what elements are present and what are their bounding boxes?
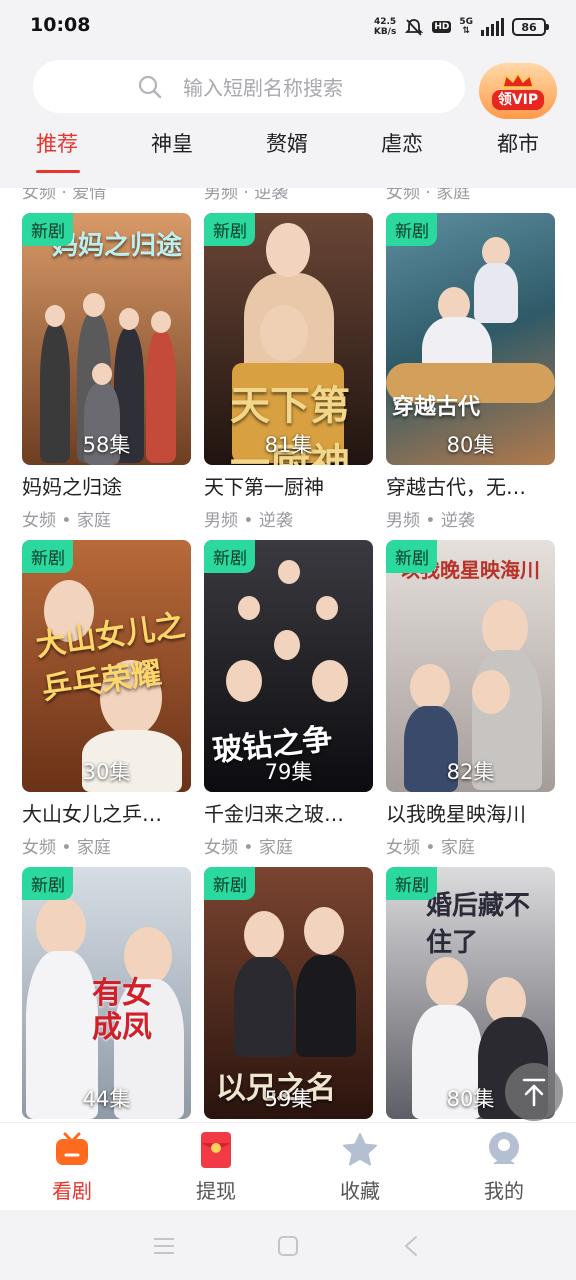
nav-label: 我的 [484,1179,524,1203]
new-badge: 新剧 [386,867,437,900]
nav-profile[interactable]: 我的 [454,1131,554,1204]
drama-category: 女频 • 家庭 [204,838,293,858]
drama-card[interactable]: 天下第一厨神 新剧 81集 天下第一厨神 男频 • 逆袭 [204,213,373,531]
back-icon[interactable] [400,1234,424,1258]
red-envelope-icon [201,1132,231,1168]
new-badge: 新剧 [204,540,255,573]
hd-badge: HD [432,21,452,33]
peek-meta: 女频 · 家庭 [386,188,471,203]
battery-icon: 86 [512,18,549,36]
drama-poster[interactable]: 天下第一厨神 新剧 81集 [204,213,373,465]
system-nav-bar [0,1210,576,1280]
network-indicator: 5G ⇅ [459,18,473,36]
nav-watch[interactable]: 看剧 [22,1131,122,1204]
tv-icon [56,1132,88,1165]
star-icon [343,1133,377,1166]
search-icon [138,75,162,98]
poster-title: 穿越古代 [392,395,481,420]
episode-count: 80集 [446,433,495,457]
new-badge: 新剧 [204,867,255,900]
net-speed: 42.5 KB/s [374,17,396,37]
new-badge: 新剧 [386,213,437,246]
nav-label: 看剧 [52,1179,92,1203]
search-bar[interactable]: 输入短剧名称搜索 [33,60,465,113]
episode-count: 58集 [82,433,131,457]
tab-zhuixu[interactable]: 赘婿 [266,128,308,158]
drama-card[interactable]: 以我晚星映海川 新剧 82集 以我晚星映海川 女频 • 家庭 [386,540,555,858]
signal-icon [481,18,504,36]
poster-title: 有女成凤 [92,976,152,1045]
drama-title[interactable]: 妈妈之归途 [22,471,191,500]
episode-count: 81集 [264,433,313,457]
new-badge: 新剧 [386,540,437,573]
new-badge: 新剧 [204,213,255,246]
episode-count: 44集 [82,1087,131,1111]
peek-meta: 女频 · 爱情 [22,188,107,203]
net-speed-value: 42.5 [373,17,397,27]
drama-category: 女频 • 家庭 [386,838,475,858]
tab-dushi[interactable]: 都市 [497,128,539,158]
drama-poster[interactable]: 玻钻之争 新剧 79集 [204,540,373,792]
active-tab-indicator [36,170,80,173]
drama-title[interactable]: 穿越古代，无… [386,471,555,500]
drama-title[interactable]: 千金归来之玻… [204,798,373,827]
episode-count: 30集 [82,760,131,784]
nav-label: 提现 [196,1179,236,1203]
crown-icon [502,72,534,88]
category-tabs: 推荐 神皇 赘婿 虐恋 都市 [0,128,576,178]
status-icons: 42.5 KB/s HD 5G ⇅ 86 [374,14,549,40]
tab-shenhuang[interactable]: 神皇 [151,128,193,158]
profile-icon [489,1132,519,1164]
new-badge: 新剧 [22,540,73,573]
net-speed-unit: KB/s [373,27,397,37]
drama-poster[interactable]: 穿越古代 新剧 80集 [386,213,555,465]
home-icon[interactable] [276,1234,300,1258]
battery-level: 86 [521,20,537,34]
new-badge: 新剧 [22,213,73,246]
drama-card[interactable]: 玻钻之争 新剧 79集 千金归来之玻… 女频 • 家庭 [204,540,373,858]
bottom-nav: 看剧 提现 收藏 我的 [0,1122,576,1210]
search-placeholder: 输入短剧名称搜索 [183,76,343,100]
peek-meta: 男频 · 逆袭 [204,188,289,203]
drama-poster[interactable]: 妈妈之归途 新剧 58集 [22,213,191,465]
mute-bell-icon [405,19,424,36]
nav-withdraw[interactable]: 提现 [166,1131,266,1204]
vip-button[interactable]: 领VIP [479,63,557,119]
vip-label: 领VIP [491,89,545,110]
episode-count: 59集 [264,1087,313,1111]
arrow-up-icon [522,1078,546,1107]
drama-category: 女频 • 家庭 [22,511,111,531]
tab-recommend[interactable]: 推荐 [36,128,78,158]
status-bar: 10:08 42.5 KB/s HD 5G ⇅ 86 [0,0,576,56]
nav-label: 收藏 [340,1179,380,1203]
drama-card[interactable]: 以兄之名 新剧 59集 [204,867,373,1119]
drama-card[interactable]: 妈妈之归途 新剧 58集 妈妈之归途 女频 • 家庭 [22,213,191,531]
drama-feed[interactable]: 女频 · 爱情 男频 · 逆袭 女频 · 家庭 妈妈之归途 新剧 58集 妈妈之… [0,188,576,1122]
drama-title[interactable]: 天下第一厨神 [204,471,373,500]
drama-title[interactable]: 以我晚星映海川 [386,798,555,827]
episode-count: 82集 [446,760,495,784]
drama-category: 女频 • 家庭 [22,838,111,858]
drama-title[interactable]: 大山女儿之乒… [22,798,191,827]
new-badge: 新剧 [22,867,73,900]
nav-favorites[interactable]: 收藏 [310,1131,410,1204]
drama-poster[interactable]: 有女成凤 新剧 44集 [22,867,191,1119]
drama-poster[interactable]: 以兄之名 新剧 59集 [204,867,373,1119]
drama-category: 男频 • 逆袭 [386,511,475,531]
drama-card[interactable]: 大山女儿之乒乓荣耀 新剧 30集 大山女儿之乒… 女频 • 家庭 [22,540,191,858]
back-to-top-button[interactable] [505,1063,563,1121]
drama-category: 男频 • 逆袭 [204,511,293,531]
network-arrows-icon: ⇅ [462,26,470,36]
drama-poster[interactable]: 以我晚星映海川 新剧 82集 [386,540,555,792]
drama-card[interactable]: 穿越古代 新剧 80集 穿越古代，无… 男频 • 逆袭 [386,213,555,531]
tab-nuelian[interactable]: 虐恋 [381,128,423,158]
drama-poster[interactable]: 大山女儿之乒乓荣耀 新剧 30集 [22,540,191,792]
poster-title: 婚后藏不住了 [426,891,531,958]
status-time: 10:08 [30,14,91,36]
episode-count: 79集 [264,760,313,784]
drama-card[interactable]: 有女成凤 新剧 44集 [22,867,191,1119]
menu-icon[interactable] [152,1234,176,1258]
